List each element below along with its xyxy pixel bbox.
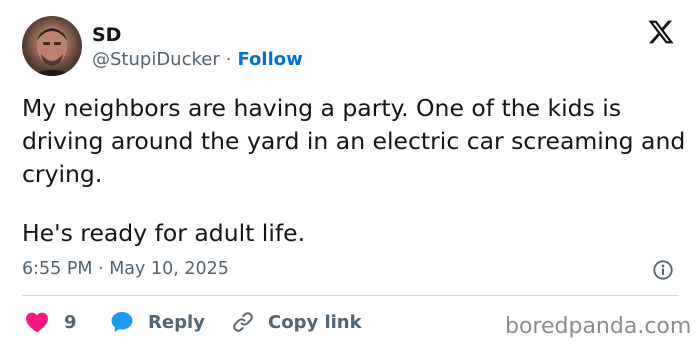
link-icon	[233, 312, 253, 332]
follow-button[interactable]: Follow	[237, 49, 302, 70]
avatar-photo	[30, 27, 74, 76]
avatar[interactable]	[22, 16, 82, 76]
like-button[interactable]: 9	[25, 309, 77, 335]
x-logo-icon[interactable]	[646, 18, 676, 46]
info-icon[interactable]	[652, 259, 674, 281]
author-line: @StupiDucker · Follow	[92, 49, 303, 71]
tweet-paragraph: He's ready for adult life.	[22, 219, 306, 247]
author-name[interactable]: SD	[92, 24, 121, 46]
tweet-paragraph: My neighbors are having a party. One of …	[22, 94, 686, 188]
reply-label: Reply	[148, 311, 205, 333]
watermark: boredpanda.com	[505, 314, 692, 339]
separator-dot: ·	[225, 49, 232, 70]
reply-button[interactable]: Reply	[110, 309, 205, 335]
like-count: 9	[64, 311, 77, 333]
copy-link-button[interactable]: Copy link	[231, 309, 362, 335]
tweet-text: My neighbors are having a party. One of …	[22, 92, 692, 247]
author-handle[interactable]: @StupiDucker	[92, 49, 220, 70]
speech-bubble-icon	[111, 312, 133, 332]
tweet-card: SD @StupiDucker · Follow My neighbors are …	[0, 0, 700, 348]
heart-icon	[26, 312, 48, 333]
divider	[22, 295, 679, 296]
tweet-timestamp[interactable]: 6:55 PM · May 10, 2025	[22, 258, 229, 280]
copy-link-label: Copy link	[268, 311, 362, 333]
